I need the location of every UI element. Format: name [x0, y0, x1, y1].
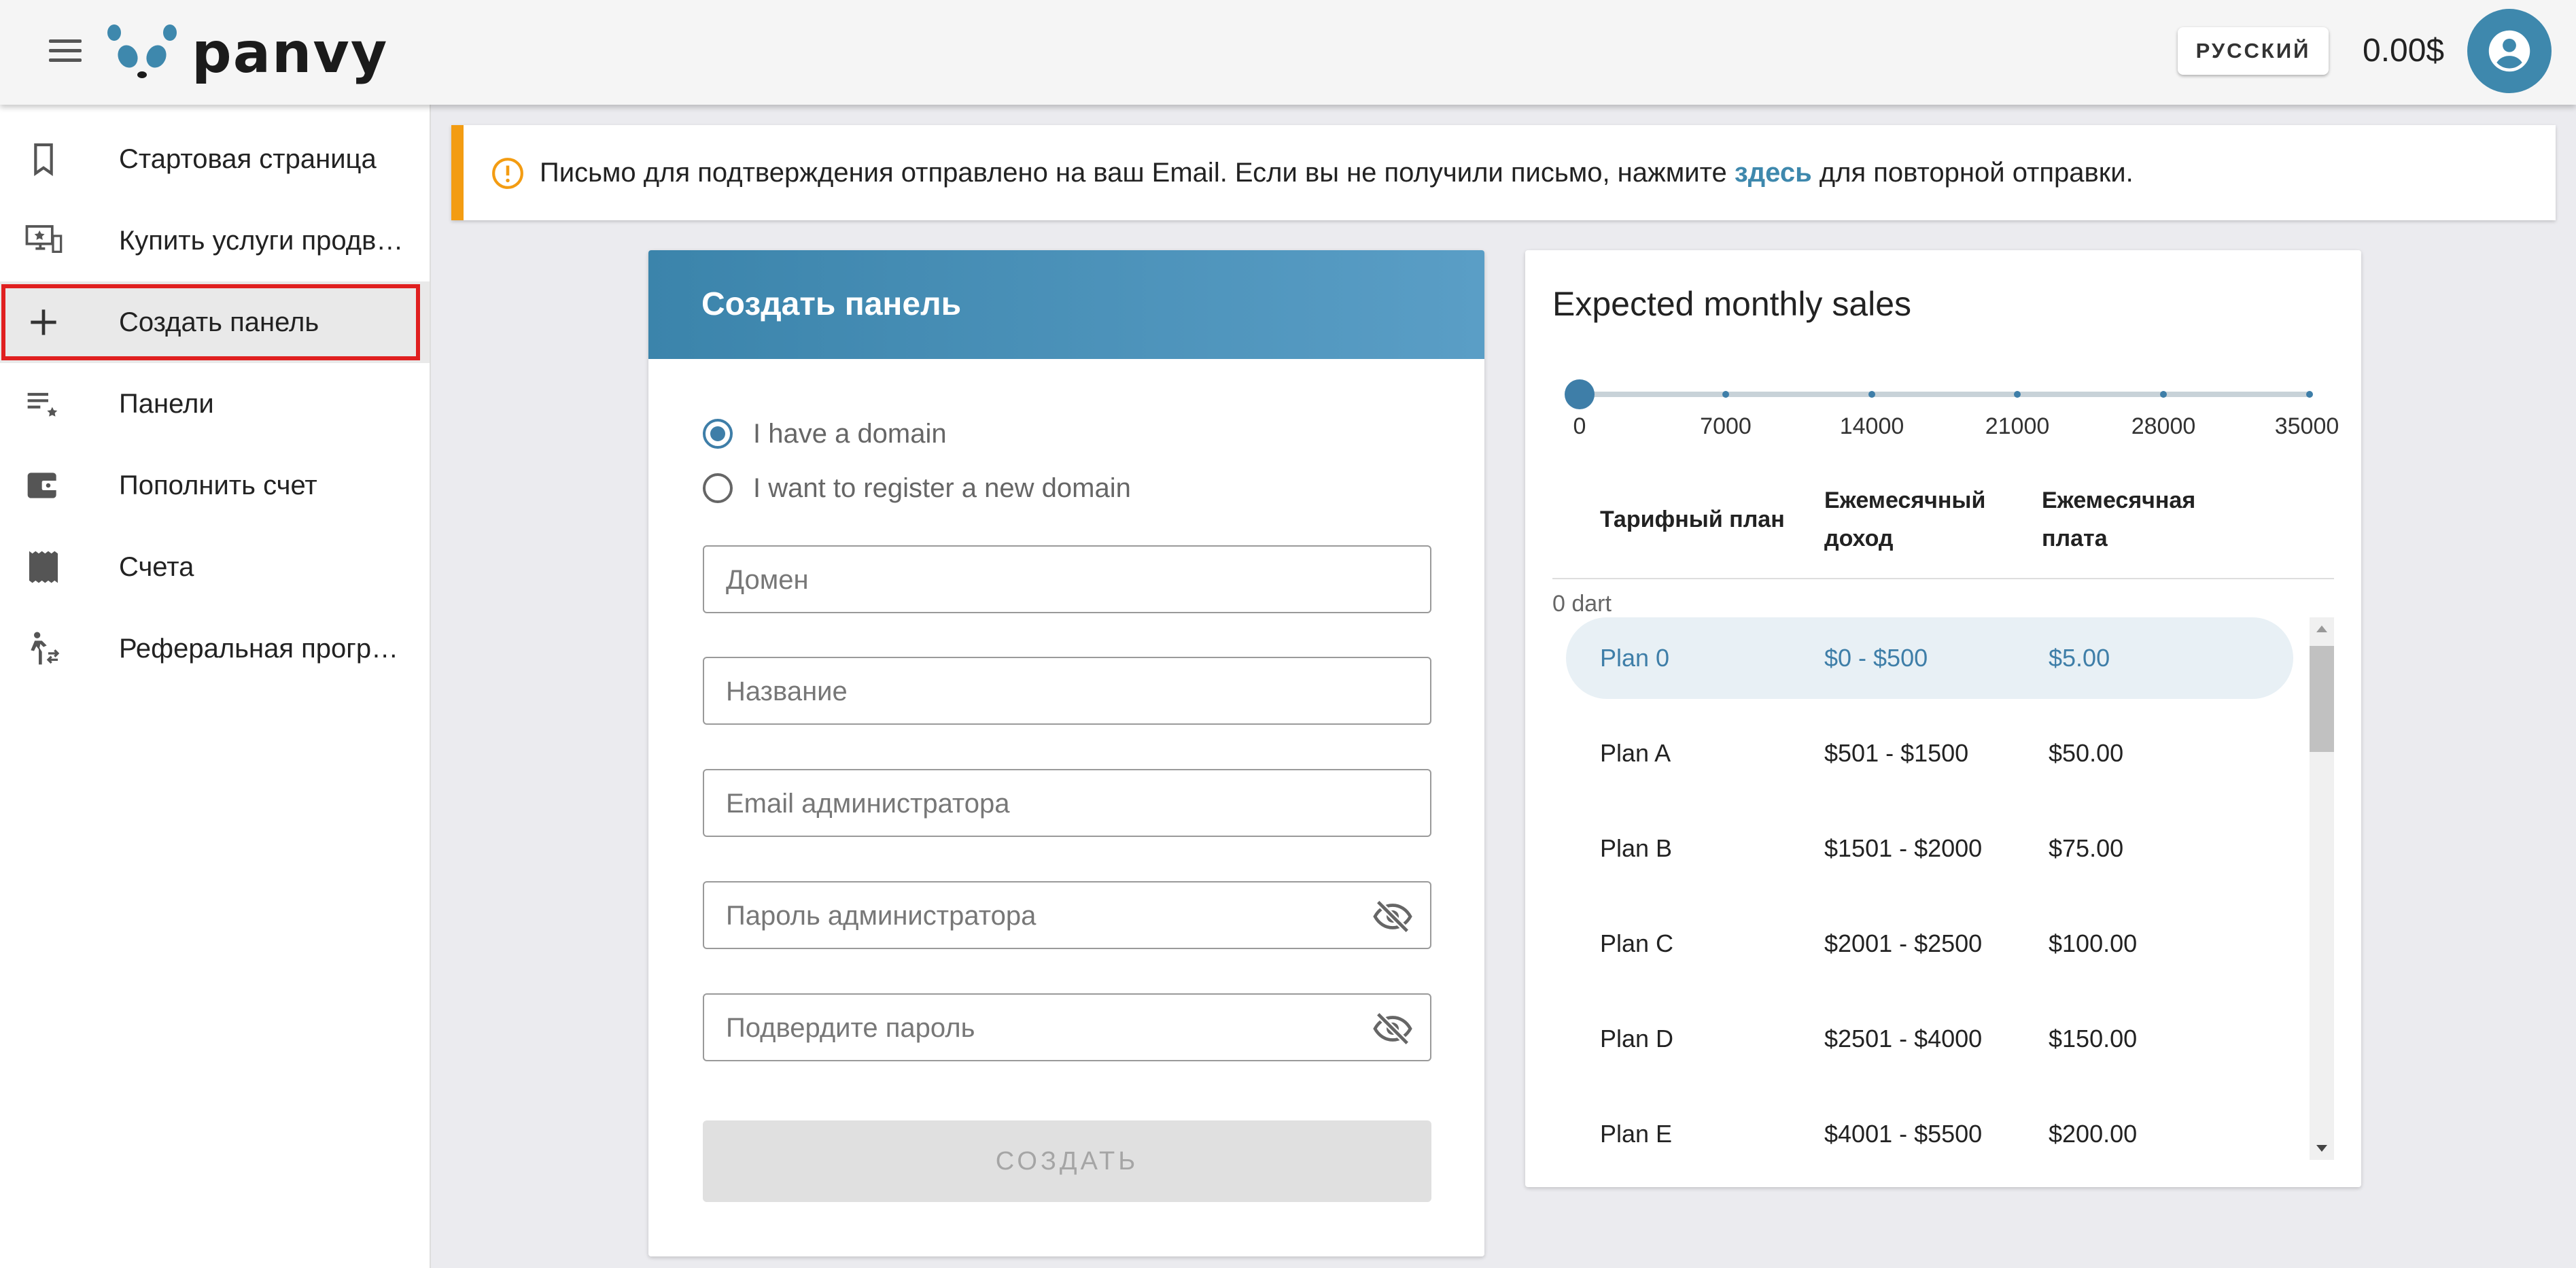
table-row[interactable]: Plan B $1501 - $2000 $75.00 — [1552, 808, 2293, 889]
confirm-password-field[interactable] — [703, 993, 1431, 1061]
column-header-fee: Ежемесячная плата — [2042, 487, 2196, 551]
menu-icon[interactable] — [49, 38, 82, 63]
slider-label: 28000 — [2131, 413, 2196, 439]
sidebar-item-invoices[interactable]: Счета — [0, 526, 430, 608]
sidebar-item-panels[interactable]: Панели — [0, 363, 430, 445]
plus-icon — [31, 309, 56, 335]
admin-email-input[interactable] — [725, 770, 1366, 837]
slider-label: 14000 — [1839, 413, 1904, 439]
slider-label: 0 — [1573, 413, 1586, 439]
plans-list: Plan 0 $0 - $500 $5.00 Plan A $501 - $15… — [1552, 617, 2314, 1160]
create-panel-card: Создать панель I have a domain I want to… — [648, 250, 1484, 1256]
slider-tick — [1868, 391, 1875, 398]
sidebar-item-buy-services[interactable]: Купить услуги продв… — [0, 200, 430, 281]
create-button[interactable]: СОЗДАТЬ — [703, 1120, 1431, 1202]
visibility-off-icon[interactable] — [1373, 1011, 1412, 1046]
alert-message: Письмо для подтверждения отправлено на в… — [540, 158, 2134, 188]
radio-button-unchecked[interactable] — [703, 473, 733, 503]
account-balance: 0.00$ — [2363, 33, 2445, 69]
top-app-bar: panvy РУССКИЙ 0.00$ — [0, 0, 2576, 105]
radio-label: I have a domain — [753, 418, 947, 449]
email-confirmation-alert: Письмо для подтверждения отправлено на в… — [451, 125, 2556, 220]
card-title: Создать панель — [701, 286, 962, 322]
radio-label: I want to register a new domain — [753, 473, 1131, 503]
card-header: Создать панель — [648, 250, 1484, 359]
scroll-up-arrow-icon[interactable] — [2310, 617, 2334, 642]
sidebar-item-home[interactable]: Стартовая страница — [0, 118, 430, 200]
sidebar-item-label: Создать панель — [119, 307, 319, 337]
sidebar-item-label: Реферальная програ… — [119, 634, 411, 664]
account-avatar-button[interactable] — [2467, 9, 2552, 93]
table-row[interactable]: Plan 0 $0 - $500 $5.00 — [1552, 617, 2293, 699]
sidebar-item-label: Пополнить счет — [119, 470, 317, 500]
sidebar-item-label: Купить услуги продв… — [119, 226, 404, 256]
slider-tick — [2306, 391, 2313, 398]
monitor-star-icon — [25, 225, 63, 253]
account-circle-icon — [2488, 30, 2530, 72]
radio-register-domain[interactable]: I want to register a new domain — [703, 469, 1131, 507]
column-header-plan: Тарифный план — [1600, 507, 1785, 532]
slider-label: 35000 — [2274, 413, 2339, 439]
confirm-password-input[interactable] — [725, 995, 1366, 1061]
table-row[interactable]: Plan A $501 - $1500 $50.00 — [1552, 713, 2293, 794]
plans-scrollbar[interactable] — [2310, 617, 2334, 1160]
radio-have-domain[interactable]: I have a domain — [703, 415, 947, 453]
name-input[interactable] — [725, 658, 1366, 725]
slider-track — [1580, 392, 2310, 397]
receipt-icon — [29, 551, 58, 583]
admin-email-field[interactable] — [703, 769, 1431, 837]
table-row[interactable]: Plan D $2501 - $4000 $150.00 — [1552, 998, 2293, 1080]
sales-slider[interactable] — [1565, 379, 2313, 409]
sidebar-item-label: Панели — [119, 389, 214, 419]
name-field[interactable] — [703, 657, 1431, 725]
referral-icon — [31, 632, 60, 665]
table-row[interactable]: Plan E $4001 - $5500 $200.00 — [1552, 1093, 2293, 1160]
warning-icon — [492, 158, 523, 189]
domain-field[interactable] — [703, 545, 1431, 613]
table-row[interactable]: Plan C $2001 - $2500 $100.00 — [1552, 903, 2293, 984]
slider-thumb[interactable] — [1565, 379, 1595, 409]
sidebar-item-create-panel[interactable]: Создать панель — [0, 281, 430, 363]
column-header-income: Ежемесячный доход — [1824, 487, 1986, 551]
card-title: Expected monthly sales — [1552, 285, 1912, 323]
panda-logo-icon — [107, 24, 177, 78]
radio-button-checked[interactable] — [703, 419, 733, 449]
sidebar-nav: Стартовая страница Купить услуги продв… … — [0, 105, 431, 1268]
slider-tick — [2160, 391, 2167, 398]
domain-input[interactable] — [725, 547, 1366, 613]
visibility-off-icon[interactable] — [1373, 899, 1412, 934]
language-button[interactable]: РУССКИЙ — [2178, 27, 2329, 75]
expected-sales-card: Expected monthly sales 0 7000 14000 2100… — [1525, 250, 2361, 1187]
resend-email-link[interactable]: здесь — [1735, 158, 1812, 188]
scrollbar-thumb[interactable] — [2310, 646, 2334, 752]
list-star-icon — [27, 392, 58, 417]
admin-password-field[interactable] — [703, 881, 1431, 949]
admin-password-input[interactable] — [725, 883, 1366, 949]
slider-tick — [2014, 391, 2021, 398]
scroll-down-arrow-icon[interactable] — [2310, 1135, 2334, 1160]
sidebar-item-top-up[interactable]: Пополнить счет — [0, 445, 430, 526]
slider-label: 7000 — [1700, 413, 1752, 439]
sidebar-item-referral[interactable]: Реферальная програ… — [0, 608, 430, 689]
slider-label: 21000 — [1985, 413, 2050, 439]
panvy-logo[interactable]: panvy — [102, 19, 388, 87]
wallet-icon — [27, 473, 60, 498]
logo-text: panvy — [192, 20, 389, 86]
bookmark-icon — [34, 143, 53, 177]
sidebar-item-label: Счета — [119, 552, 194, 582]
header-divider — [1552, 578, 2334, 579]
slider-tick — [1722, 391, 1729, 398]
sidebar-item-label: Стартовая страница — [119, 144, 377, 174]
